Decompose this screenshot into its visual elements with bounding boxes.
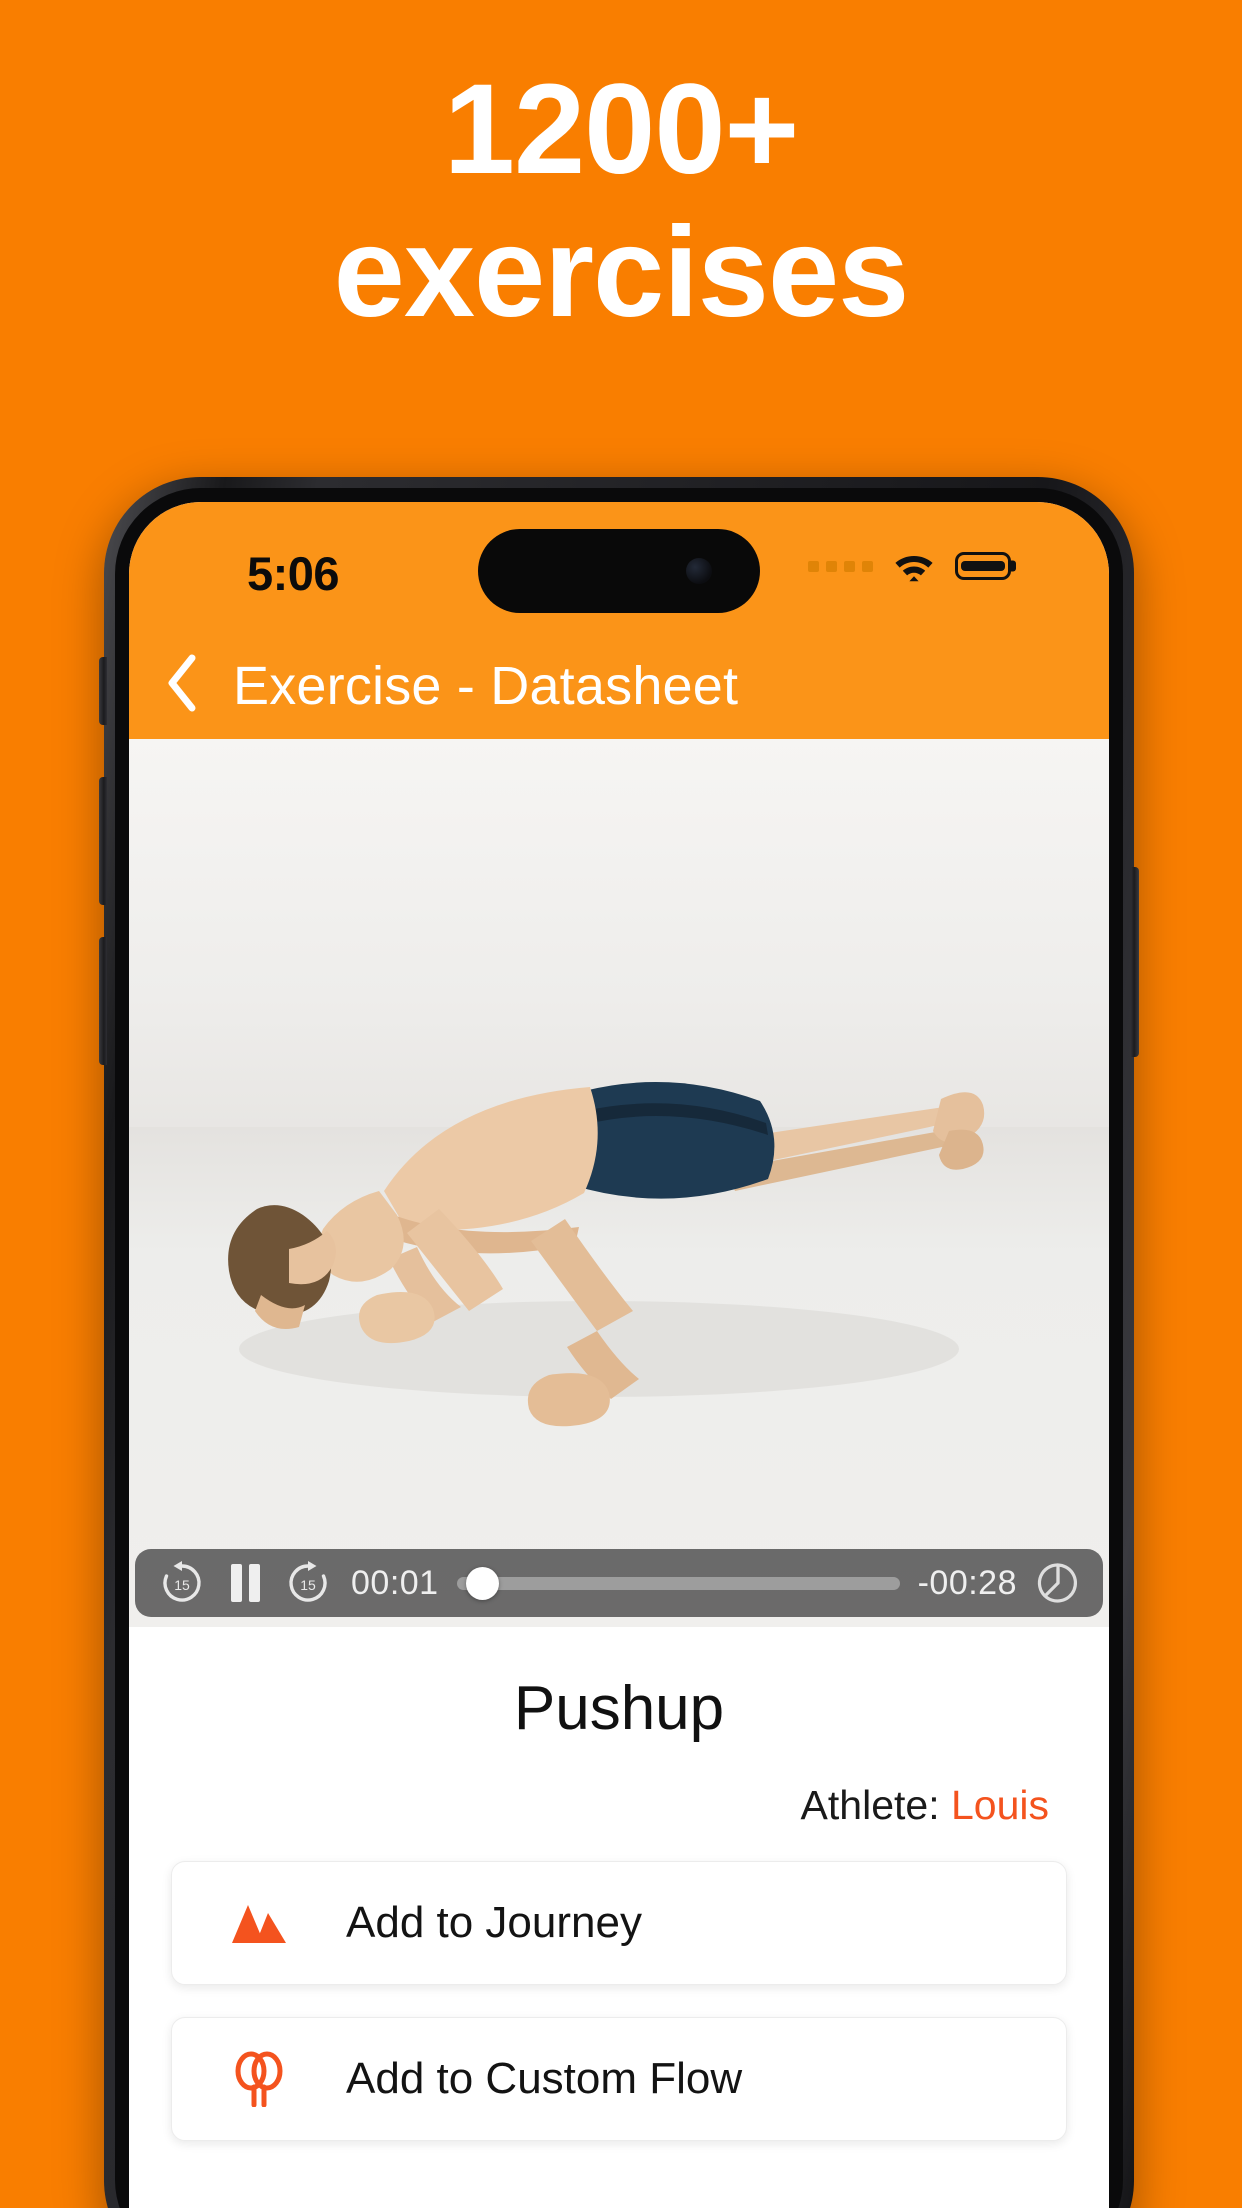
phone-screen: 5:06 Exercise - Datasheet 15 15 00:01 -0… bbox=[129, 502, 1109, 2208]
add-to-journey-label: Add to Journey bbox=[346, 1898, 642, 1947]
video-player-controls: 15 15 00:01 -00:28 bbox=[129, 1549, 1109, 1627]
exercise-name: Pushup bbox=[513, 1674, 725, 1743]
status-bar-time: 5:06 bbox=[247, 547, 340, 600]
mute-switch-button[interactable] bbox=[99, 657, 107, 725]
page-title: Exercise - Datasheet bbox=[233, 655, 739, 716]
video-scrubber[interactable] bbox=[456, 1566, 900, 1600]
remaining-time: -00:28 bbox=[917, 1563, 1017, 1602]
chevron-left-icon bbox=[162, 653, 200, 718]
rewind-15-icon[interactable]: 15 bbox=[157, 1558, 207, 1608]
scrubber-track bbox=[456, 1576, 900, 1590]
add-to-custom-flow-label: Add to Custom Flow bbox=[346, 2054, 743, 2103]
add-to-journey-button[interactable]: Add to Journey bbox=[171, 1861, 1067, 1985]
elapsed-time: 00:01 bbox=[351, 1563, 439, 1602]
svg-text:15: 15 bbox=[300, 1577, 316, 1593]
scrubber-thumb[interactable] bbox=[465, 1566, 499, 1600]
dynamic-island bbox=[478, 529, 760, 613]
promo-headline: 1200+ exercises bbox=[333, 58, 910, 345]
navigation-bar: Exercise - Datasheet bbox=[129, 632, 1109, 739]
playback-speed-icon[interactable] bbox=[1035, 1560, 1081, 1606]
power-button[interactable] bbox=[1131, 867, 1139, 1057]
phone-mockup: 5:06 Exercise - Datasheet 15 15 00:01 -0… bbox=[99, 477, 1139, 2208]
status-bar: 5:06 bbox=[129, 502, 1109, 632]
forward-15-icon[interactable]: 15 bbox=[283, 1558, 333, 1608]
exercise-video[interactable]: 15 15 00:01 -00:28 bbox=[129, 739, 1109, 1627]
flow-loops-icon bbox=[228, 2051, 320, 2107]
mountain-icon bbox=[228, 1899, 320, 1947]
athlete-name: Louis bbox=[950, 1782, 1049, 1828]
status-bar-indicators bbox=[808, 550, 1011, 582]
exercise-details: Pushup Athlete: Louis Add to Journey Add… bbox=[129, 1627, 1109, 2208]
cellular-signal-icon bbox=[808, 560, 873, 572]
athlete-row: Athlete: Louis bbox=[171, 1782, 1067, 1829]
battery-full-icon bbox=[955, 552, 1011, 580]
pushup-figure-illustration bbox=[129, 739, 1109, 1627]
svg-text:15: 15 bbox=[174, 1577, 190, 1593]
wifi-icon bbox=[892, 550, 936, 582]
athlete-label: Athlete: bbox=[800, 1782, 951, 1828]
front-camera-icon bbox=[686, 558, 712, 584]
volume-down-button[interactable] bbox=[99, 937, 107, 1065]
volume-up-button[interactable] bbox=[99, 777, 107, 905]
add-to-custom-flow-button[interactable]: Add to Custom Flow bbox=[171, 2017, 1067, 2141]
back-button[interactable] bbox=[129, 653, 233, 718]
pause-icon[interactable] bbox=[225, 1560, 265, 1606]
